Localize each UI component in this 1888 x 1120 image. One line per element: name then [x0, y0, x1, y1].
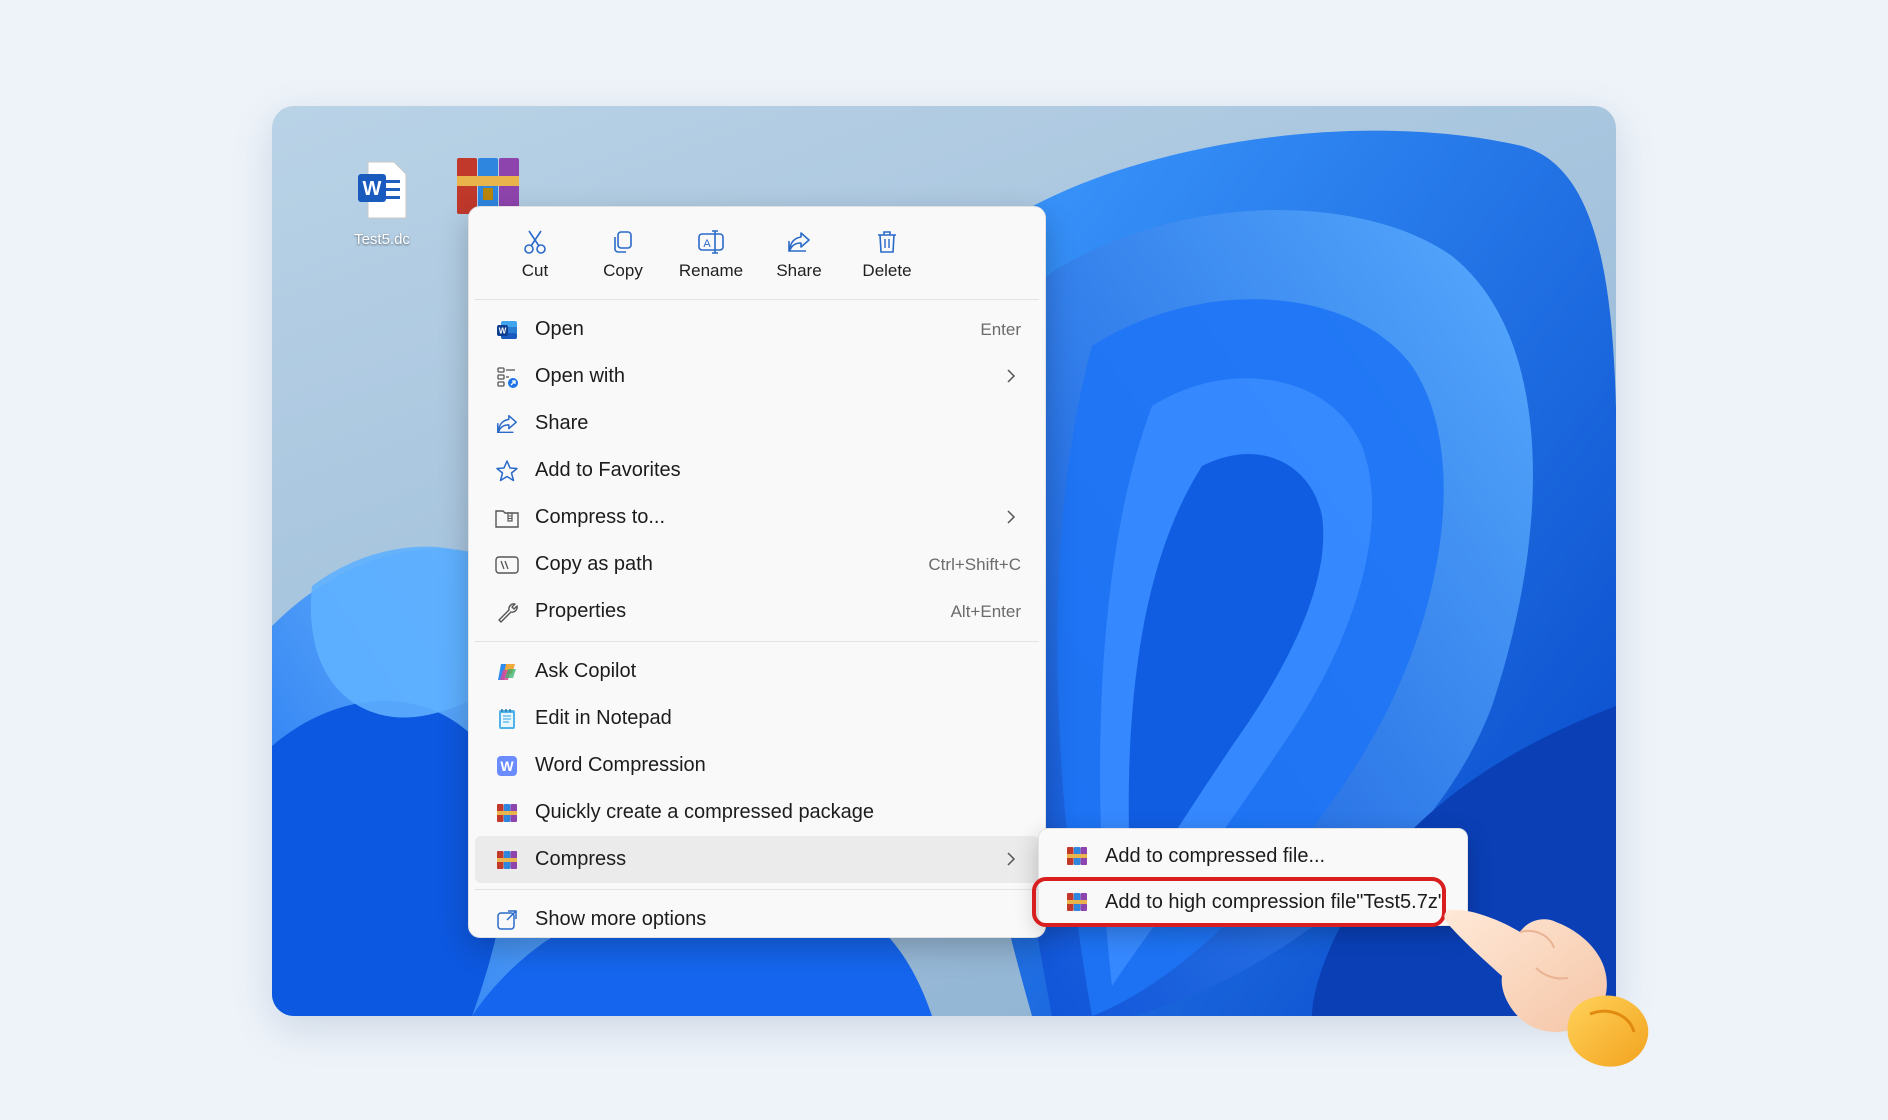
cut-button[interactable]: Cut [491, 221, 579, 291]
menu-item-edit-in-notepad[interactable]: Edit in Notepad [475, 695, 1039, 742]
menu-item-show-more-options[interactable]: Show more options [475, 896, 1039, 943]
notepad-icon [499, 708, 515, 729]
delete-button[interactable]: Delete [843, 221, 931, 291]
menu-divider [475, 889, 1039, 890]
menu-item-properties[interactable]: Properties Alt+Enter [475, 588, 1039, 635]
more-options-icon [497, 909, 517, 930]
delete-label: Delete [862, 261, 912, 280]
menu-item-add-to-favorites[interactable]: Add to Favorites [475, 447, 1039, 494]
menu-item-compress-to[interactable]: Compress to... [475, 494, 1039, 541]
menu-item-label: Open [535, 318, 584, 340]
context-menu: Cut Copy A Rename Share Delete W Open En… [468, 206, 1046, 938]
desktop-icon-word-document[interactable]: W Test5.dc [334, 158, 430, 248]
highlight-annotation-box [1032, 877, 1446, 927]
submenu-item-add-to-compressed-file[interactable]: Add to compressed file... [1045, 833, 1461, 879]
menu-item-label: Show more options [535, 908, 707, 930]
menu-item-label: Share [535, 412, 589, 434]
winrar-icon [1067, 847, 1087, 865]
trash-icon [878, 231, 896, 253]
wrench-icon [498, 602, 518, 623]
share-icon [788, 232, 810, 252]
svg-text:A: A [703, 238, 711, 250]
menu-item-label: Compress [535, 848, 627, 870]
zip-folder-icon [495, 509, 519, 528]
copy-label: Copy [603, 261, 643, 280]
chevron-right-icon [1007, 852, 1016, 866]
word-app-icon: W [497, 320, 517, 339]
menu-divider [475, 299, 1039, 300]
menu-item-label: Open with [535, 365, 626, 387]
chevron-right-icon [1007, 510, 1016, 524]
chevron-right-icon [1007, 369, 1016, 383]
menu-item-label: Compress to... [535, 506, 666, 528]
path-icon [495, 555, 519, 574]
submenu-item-label: Add to compressed file... [1105, 844, 1326, 867]
rename-button[interactable]: A Rename [667, 221, 755, 291]
word-document-icon: W [358, 161, 407, 219]
menu-item-share[interactable]: Share [475, 400, 1039, 447]
menu-item-label: Edit in Notepad [535, 707, 672, 729]
word-compression-icon: W [497, 755, 517, 776]
share-quick-button[interactable]: Share [755, 221, 843, 291]
svg-text:W: W [500, 758, 514, 774]
copilot-icon [498, 663, 516, 680]
menu-item-quick-compressed-package[interactable]: Quickly create a compressed package [475, 789, 1039, 836]
share-icon [497, 414, 517, 433]
menu-item-label: Ask Copilot [535, 660, 637, 682]
open-with-icon [497, 366, 518, 388]
pointing-hand-icon [1444, 909, 1649, 1067]
menu-item-copy-as-path[interactable]: Copy as path Ctrl+Shift+C [475, 541, 1039, 588]
star-icon [496, 459, 518, 481]
menu-item-label: Add to Favorites [535, 459, 681, 481]
menu-item-open-with[interactable]: Open with [475, 353, 1039, 400]
rename-label: Rename [678, 261, 744, 280]
rename-icon: A [698, 230, 724, 254]
svg-text:W: W [363, 178, 382, 200]
winrar-icon [497, 850, 517, 869]
menu-item-label: Copy as path [535, 553, 653, 575]
scissors-icon [524, 230, 546, 254]
quick-actions-bar: Cut Copy A Rename Share Delete [469, 207, 1045, 293]
menu-divider [475, 641, 1039, 642]
menu-item-word-compression[interactable]: W Word Compression [475, 742, 1039, 789]
menu-item-ask-copilot[interactable]: Ask Copilot [475, 648, 1039, 695]
winrar-icon [497, 803, 517, 822]
menu-item-label: Quickly create a compressed package [535, 801, 875, 823]
copy-button[interactable]: Copy [579, 221, 667, 291]
shortcut-text: Enter [980, 319, 1021, 339]
svg-text:W: W [499, 326, 507, 335]
copy-icon [614, 231, 632, 253]
shortcut-text: Alt+Enter [950, 601, 1021, 621]
menu-item-label: Word Compression [535, 754, 706, 776]
menu-item-label: Properties [535, 600, 627, 622]
menu-item-compress[interactable]: Compress [475, 836, 1039, 883]
shortcut-text: Ctrl+Shift+C [928, 554, 1021, 574]
cut-label: Cut [521, 261, 549, 280]
share-quick-label: Share [776, 261, 822, 280]
desktop-icon-label: Test5.dc [354, 231, 410, 248]
menu-item-open[interactable]: W Open Enter [475, 306, 1039, 353]
